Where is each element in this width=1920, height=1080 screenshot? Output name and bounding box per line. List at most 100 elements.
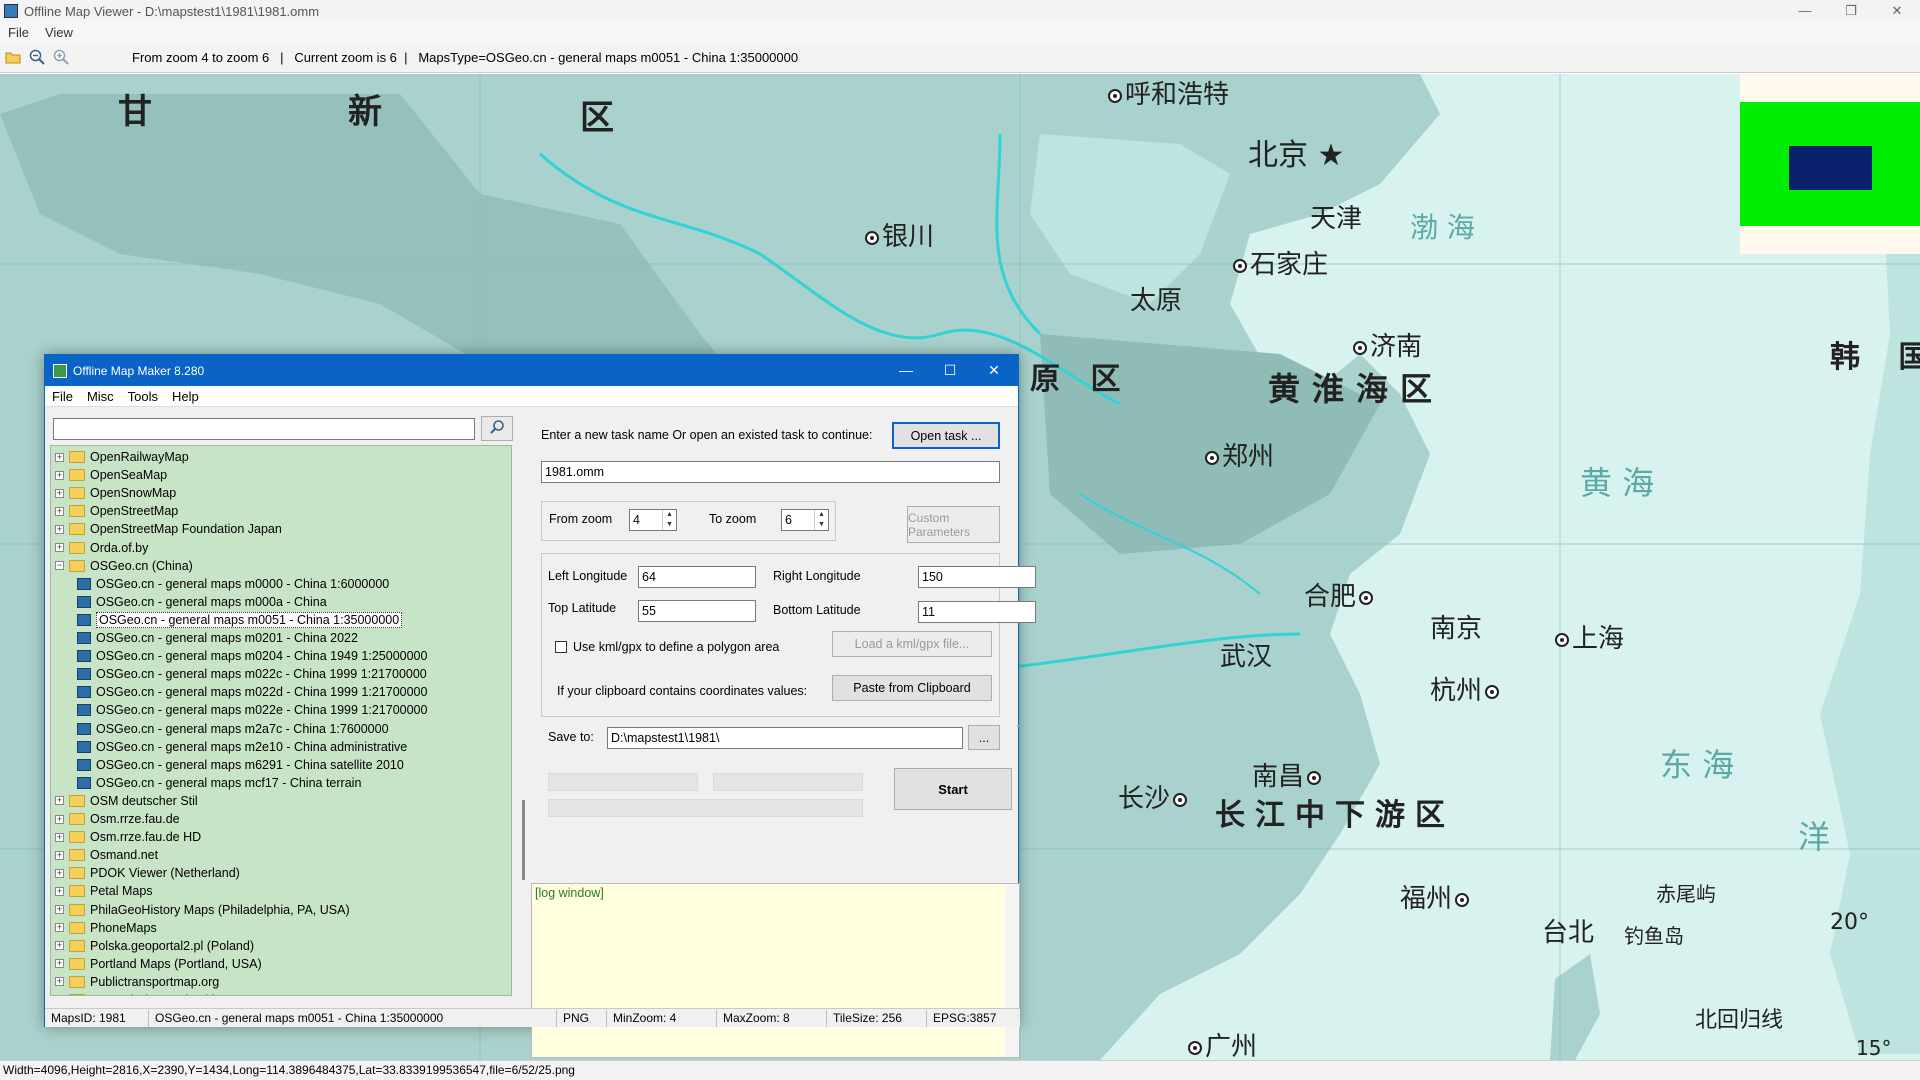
expand-icon[interactable]: +: [55, 886, 64, 896]
dialog-close-button[interactable]: ✕: [972, 355, 1016, 386]
map-search-input[interactable]: [53, 418, 475, 440]
minimize-button[interactable]: —: [1782, 0, 1828, 22]
log-window[interactable]: [log window]: [531, 883, 1020, 1058]
expand-icon[interactable]: +: [55, 470, 64, 480]
tree-folder-item[interactable]: + Portland Maps (Portland, USA): [55, 955, 262, 973]
map-source-tree[interactable]: + OpenRailwayMap + OpenSeaMap + OpenSnowMap + O…: [50, 445, 512, 996]
tree-map-item[interactable]: OSGeo.cn - general maps m0201 - China 20…: [77, 629, 358, 647]
tree-folder-item[interactable]: + OpenStreetMap Foundation Japan: [55, 520, 282, 538]
dialog-minimize-button[interactable]: —: [884, 355, 928, 386]
tree-map-item[interactable]: OSGeo.cn - general maps m2e10 - China ad…: [77, 738, 407, 756]
top-latitude-input[interactable]: 55: [638, 600, 756, 622]
tree-map-item[interactable]: OSGeo.cn - general maps m2a7c - China 1:…: [77, 720, 389, 738]
expand-icon[interactable]: +: [55, 814, 64, 824]
dialog-menu-tools[interactable]: Tools: [121, 389, 165, 404]
tree-folder-item[interactable]: + Orda.of.by: [55, 539, 148, 557]
tree-folder-item[interactable]: + Osm.rrze.fau.de HD: [55, 828, 201, 846]
zoom-out-icon[interactable]: [26, 46, 48, 68]
tree-folder-item[interactable]: + QA Tools (qa.poole.ch): [55, 991, 216, 997]
open-folder-icon[interactable]: [2, 46, 24, 68]
expand-icon[interactable]: +: [55, 506, 64, 516]
browse-button[interactable]: ...: [968, 725, 1000, 750]
use-kml-label: Use kml/gpx to define a polygon area: [573, 640, 780, 654]
tree-map-item[interactable]: OSGeo.cn - general maps m0204 - China 19…: [77, 647, 427, 665]
map-label-yang: 洋: [1798, 818, 1831, 856]
map-icon: [77, 776, 91, 789]
tree-folder-item[interactable]: + Osmand.net: [55, 846, 158, 864]
dialog-menu-file[interactable]: File: [45, 389, 80, 404]
tree-folder-item[interactable]: + Petal Maps: [55, 882, 153, 900]
menu-view[interactable]: View: [37, 25, 81, 40]
tree-map-item[interactable]: OSGeo.cn - general maps m0051 - China 1:…: [77, 611, 403, 629]
spinner-arrows-icon[interactable]: ▲ ▼: [662, 510, 676, 530]
tree-folder-item[interactable]: + PhilaGeoHistory Maps (Philadelphia, PA,…: [55, 901, 350, 919]
zoom-in-icon[interactable]: [50, 46, 72, 68]
left-longitude-input[interactable]: 64: [638, 566, 756, 588]
open-task-button[interactable]: Open task ...: [892, 422, 1000, 449]
tree-scroll-thumb[interactable]: [522, 800, 525, 880]
expand-icon[interactable]: +: [55, 832, 64, 842]
menu-file[interactable]: File: [0, 25, 37, 40]
tree-map-item[interactable]: OSGeo.cn - general maps mcf17 - China te…: [77, 774, 361, 792]
save-to-input[interactable]: D:\mapstest1\1981\: [607, 727, 963, 749]
tree-folder-item[interactable]: + Osm.rrze.fau.de: [55, 810, 180, 828]
bottom-latitude-input[interactable]: 11: [918, 601, 1036, 623]
dialog-menu-misc[interactable]: Misc: [80, 389, 121, 404]
tree-map-item[interactable]: OSGeo.cn - general maps m022c - China 19…: [77, 665, 427, 683]
tree-map-item[interactable]: OSGeo.cn - general maps m0000 - China 1:…: [77, 575, 389, 593]
expand-icon[interactable]: +: [55, 977, 64, 987]
spinner-arrows-icon[interactable]: ▲ ▼: [814, 510, 828, 530]
tree-folder-item[interactable]: − OSGeo.cn (China): [55, 557, 193, 575]
expand-icon[interactable]: +: [55, 452, 64, 462]
city-marker-icon: [1173, 792, 1188, 807]
tree-folder-item[interactable]: + Publictransportmap.org: [55, 973, 219, 991]
expand-icon[interactable]: +: [55, 850, 64, 860]
start-button[interactable]: Start: [894, 768, 1012, 810]
paste-clipboard-button[interactable]: Paste from Clipboard: [832, 675, 992, 701]
tree-map-item[interactable]: OSGeo.cn - general maps m6291 - China sa…: [77, 756, 404, 774]
dialog-maximize-button[interactable]: ☐: [928, 355, 972, 386]
clipboard-label: If your clipboard contains coordinates v…: [557, 684, 808, 698]
tree-folder-item[interactable]: + OSM deutscher Stil: [55, 792, 198, 810]
overview-viewport[interactable]: [1789, 146, 1872, 190]
tree-folder-item[interactable]: + OpenStreetMap: [55, 502, 178, 520]
dialog-menu-help[interactable]: Help: [165, 389, 206, 404]
tree-map-item[interactable]: OSGeo.cn - general maps m022e - China 19…: [77, 701, 427, 719]
map-label-gan: 甘: [118, 92, 174, 132]
close-button[interactable]: ✕: [1874, 0, 1920, 22]
tree-scrollbar[interactable]: [519, 445, 528, 996]
expand-icon[interactable]: +: [55, 796, 64, 806]
collapse-icon[interactable]: −: [55, 561, 64, 571]
expand-icon[interactable]: +: [55, 488, 64, 498]
folder-icon: [69, 523, 85, 536]
tree-map-item[interactable]: OSGeo.cn - general maps m022d - China 19…: [77, 683, 427, 701]
expand-icon[interactable]: +: [55, 959, 64, 969]
use-kml-checkbox[interactable]: [555, 641, 567, 653]
tree-folder-item[interactable]: + OpenRailwayMap: [55, 448, 189, 466]
from-zoom-spinner[interactable]: 4 ▲ ▼: [629, 509, 677, 531]
tree-folder-item[interactable]: + PhoneMaps: [55, 919, 157, 937]
expand-icon[interactable]: +: [55, 868, 64, 878]
load-kml-button[interactable]: Load a kml/gpx file...: [832, 631, 992, 657]
map-city-changsha: 长沙: [1118, 778, 1190, 815]
tree-map-item[interactable]: OSGeo.cn - general maps m000a - China: [77, 593, 327, 611]
right-longitude-input[interactable]: 150: [918, 566, 1036, 588]
expand-icon[interactable]: +: [55, 996, 64, 997]
tree-folder-item[interactable]: + OpenSeaMap: [55, 466, 167, 484]
search-button[interactable]: [481, 416, 513, 441]
tree-folder-item[interactable]: + PDOK Viewer (Netherland): [55, 864, 240, 882]
custom-parameters-button[interactable]: Custom Parameters: [907, 506, 1000, 543]
tree-folder-item[interactable]: + OpenSnowMap: [55, 484, 176, 502]
expand-icon[interactable]: +: [55, 543, 64, 552]
tree-folder-item[interactable]: + Polska.geoportal2.pl (Poland): [55, 937, 254, 955]
restore-button[interactable]: ❐: [1828, 0, 1874, 22]
expand-icon[interactable]: +: [55, 524, 64, 534]
to-zoom-spinner[interactable]: 6 ▲ ▼: [781, 509, 829, 531]
overview-minimap[interactable]: [1740, 74, 1920, 254]
expand-icon[interactable]: +: [55, 923, 64, 933]
expand-icon[interactable]: +: [55, 941, 64, 951]
task-name-input[interactable]: 1981.omm: [541, 461, 1000, 483]
expand-icon[interactable]: +: [55, 905, 64, 914]
progress-bar-2: [713, 773, 863, 791]
log-scrollbar[interactable]: [1005, 884, 1019, 1057]
